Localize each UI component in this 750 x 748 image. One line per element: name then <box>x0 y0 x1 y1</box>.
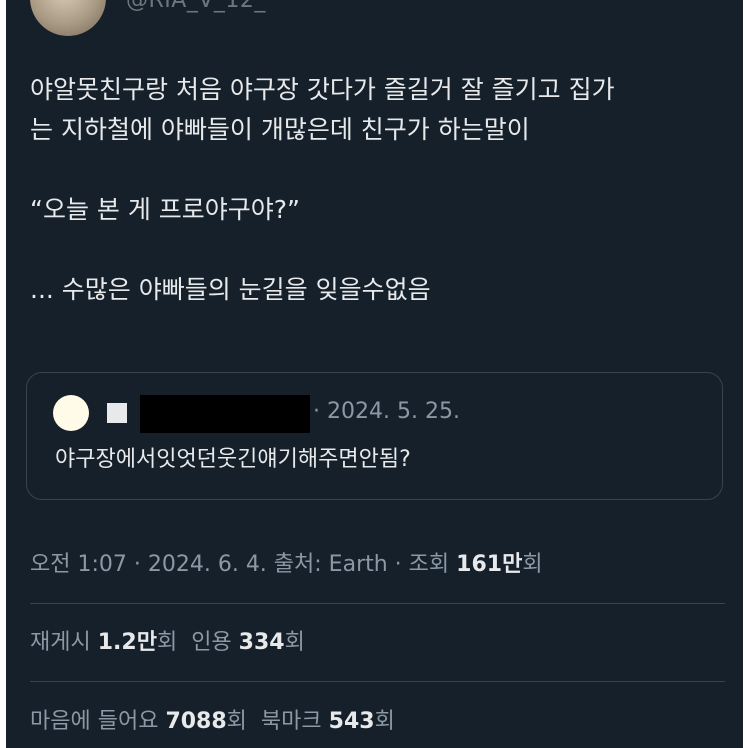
likes-suffix: 회 <box>226 709 247 734</box>
author-handle[interactable]: @RIA_V_12_ <box>126 0 266 13</box>
view-count: 161만 <box>456 552 523 577</box>
quoted-tweet-text: 야구장에서잇엇던웃긴얘기해주면안됨? <box>55 447 411 472</box>
divider <box>30 603 725 604</box>
bookmarks-label: 북마크 <box>260 709 329 734</box>
quoted-author-badge-icon <box>107 403 127 423</box>
retweets-label: 재게시 <box>30 630 98 655</box>
quotes-label: 인용 <box>191 630 239 655</box>
likes-label: 마음에 들어요 <box>30 709 166 734</box>
quoted-author-avatar <box>53 395 89 431</box>
divider <box>30 681 725 682</box>
tweet-body: 야알못친구랑 처음 야구장 갓다가 즐길거 잘 즐기고 집가 는 지하철에 야빠… <box>30 70 720 310</box>
tweet-line: 는 지하철에 야빠들이 개많은데 친구가 하는말이 <box>30 115 530 144</box>
quotes-count: 334 <box>238 630 285 655</box>
retweets-count: 1.2만 <box>97 630 157 655</box>
engagement-row-2: 마음에 들어요 7088회 북마크 543회 <box>30 703 395 735</box>
quoted-tweet-date: · 2024. 5. 25. <box>313 399 460 424</box>
tweet-line: ... 수많은 야빠들의 눈길을 잊을수없음 <box>30 275 431 304</box>
bookmarks-count: 543 <box>328 709 375 734</box>
quotes-suffix: 회 <box>284 630 305 655</box>
likes-stat[interactable]: 마음에 들어요 7088회 <box>30 709 247 734</box>
likes-count: 7088 <box>165 709 227 734</box>
tweet-line: “오늘 본 게 프로야구야?” <box>30 195 301 224</box>
engagement-row-1: 재게시 1.2만회 인용 334회 <box>30 624 305 656</box>
quoted-tweet-card[interactable]: · 2024. 5. 25. 야구장에서잇엇던웃긴얘기해주면안됨? <box>26 372 723 500</box>
retweets-stat[interactable]: 재게시 1.2만회 <box>30 630 177 655</box>
bookmarks-stat[interactable]: 북마크 543회 <box>261 709 395 734</box>
tweet-line: 야알못친구랑 처음 야구장 갓다가 즐길거 잘 즐기고 집가 <box>30 75 615 104</box>
tweet-meta: 오전 1:07 · 2024. 6. 4. 출처: Earth · 조회 161… <box>30 546 543 578</box>
tweet-timestamp-source[interactable]: 오전 1:07 · 2024. 6. 4. 출처: Earth · 조회 <box>30 552 456 577</box>
bookmarks-suffix: 회 <box>374 709 395 734</box>
retweets-suffix: 회 <box>156 630 178 655</box>
quotes-stat[interactable]: 인용 334회 <box>191 630 305 655</box>
view-count-suffix: 회 <box>522 552 543 577</box>
tweet-detail-panel: @RIA_V_12_ 야알못친구랑 처음 야구장 갓다가 즐길거 잘 즐기고 집… <box>6 0 743 748</box>
quoted-author-name-redacted <box>140 395 310 433</box>
screenshot-frame: @RIA_V_12_ 야알못친구랑 처음 야구장 갓다가 즐길거 잘 즐기고 집… <box>0 0 750 748</box>
author-avatar[interactable] <box>30 0 106 36</box>
